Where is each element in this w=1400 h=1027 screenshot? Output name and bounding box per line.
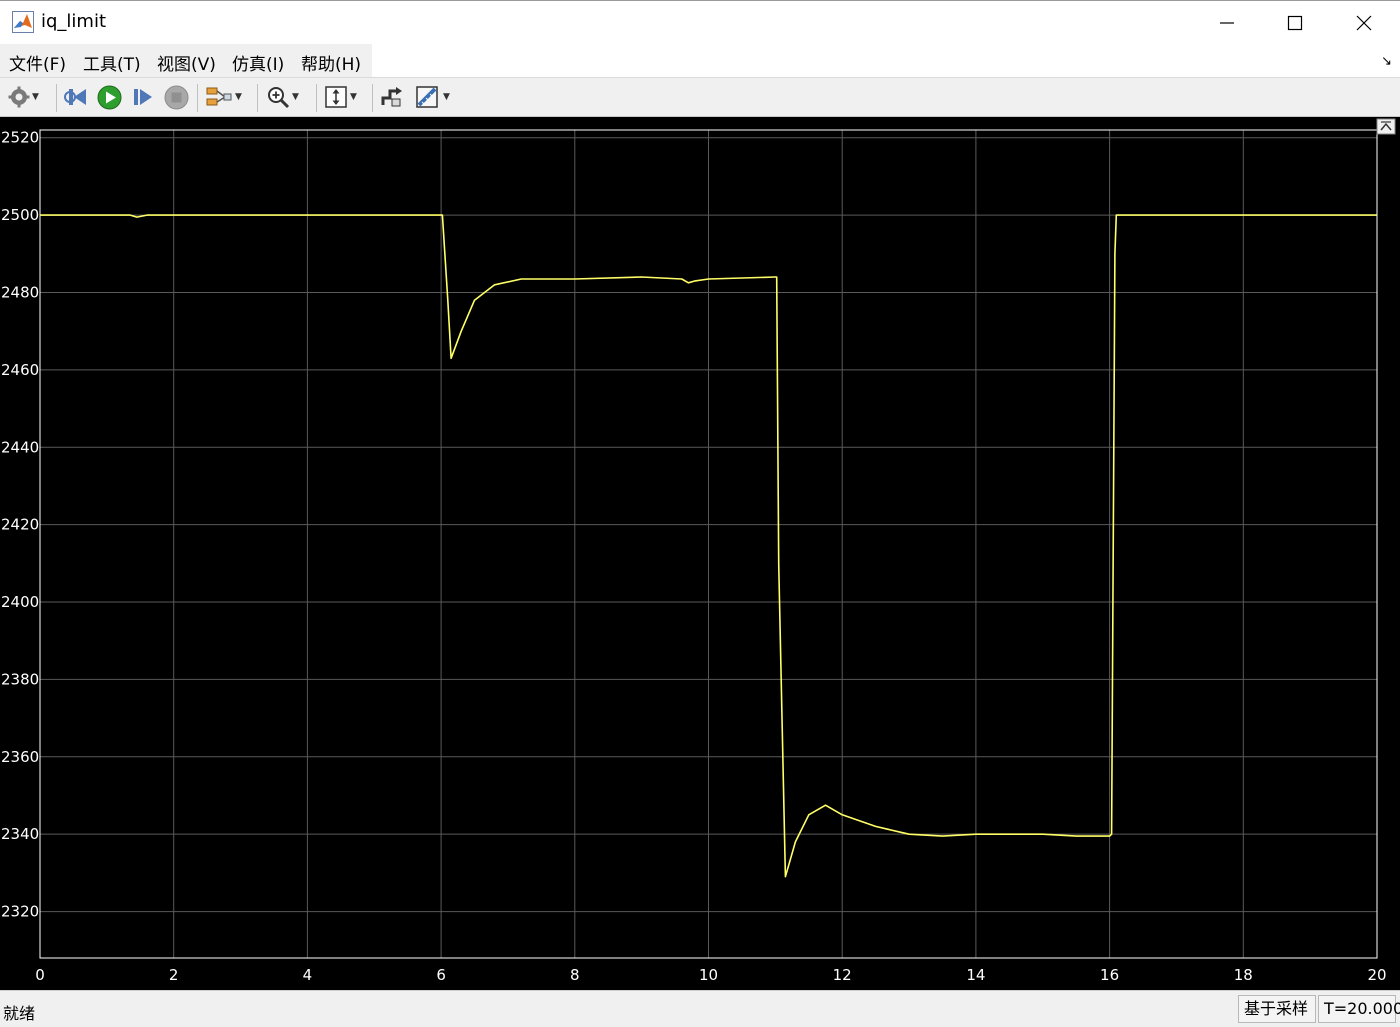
menu-simulation[interactable]: 仿真(I): [232, 50, 284, 75]
menu-view[interactable]: 视图(V): [157, 50, 216, 75]
run-button[interactable]: [97, 84, 122, 110]
grid-layer: [40, 130, 1377, 958]
stop-icon: [164, 85, 189, 109]
y-tick-label: 2360: [1, 748, 39, 766]
title-bar: iq_limit: [0, 0, 1400, 44]
y-tick-label: 2460: [1, 361, 39, 379]
toolbar-separator: [316, 84, 317, 112]
toolbar: ▼ ▼ ▼ ▼ ▼: [0, 77, 1400, 117]
undock-arrow-icon[interactable]: ↘: [1381, 54, 1392, 69]
scale-axes-dropdown-icon[interactable]: ▼: [350, 92, 357, 102]
y-tick-label: 2500: [1, 206, 39, 224]
toolbar-separator: [372, 84, 373, 112]
x-tick-label: 6: [436, 966, 446, 984]
minimize-icon: [1220, 22, 1234, 24]
highlight-block-button[interactable]: [380, 84, 404, 110]
scale-axes-icon: [325, 86, 347, 108]
close-icon: [1356, 15, 1372, 31]
x-tick-label: 2: [169, 966, 179, 984]
x-tick-label: 0: [35, 966, 45, 984]
y-tick-label: 2440: [1, 438, 39, 456]
x-tick-label: 14: [966, 966, 985, 984]
window-title: iq_limit: [41, 11, 107, 32]
step-forward-button[interactable]: [131, 84, 155, 110]
stop-button[interactable]: [164, 84, 189, 110]
gear-icon: [8, 86, 30, 108]
scope-plot[interactable]: 0 2 4 6 8 10 12 14 16 18 20 2320 2340 2360 2380 2400 242…: [0, 117, 1400, 990]
y-tick-label: 2420: [1, 516, 39, 534]
step-forward-icon: [134, 89, 152, 105]
step-back-button[interactable]: [64, 84, 88, 110]
settings-dropdown-icon[interactable]: ▼: [32, 92, 39, 102]
y-tick-label: 2380: [1, 670, 39, 688]
status-ready: 就绪: [3, 1004, 36, 1023]
y-tick-label: 2520: [1, 129, 39, 147]
x-tick-label: 12: [833, 966, 852, 984]
sample-mode-indicator: 基于采样: [1238, 995, 1316, 1023]
tick-label-layer: 0 2 4 6 8 10 12 14 16 18 20 2320 2340 2360 2380 2400 242…: [1, 129, 1387, 984]
signal-selector-dropdown-icon[interactable]: ▼: [235, 92, 242, 102]
signal-selector-icon: [206, 87, 232, 106]
sim-time-indicator: T=20.000: [1318, 995, 1400, 1023]
x-tick-label: 16: [1100, 966, 1119, 984]
step-back-icon: [64, 89, 86, 105]
toolbar-separator: [257, 84, 258, 112]
menu-tools[interactable]: 工具(T): [83, 50, 141, 75]
maximize-button[interactable]: [1265, 1, 1325, 45]
menu-help[interactable]: 帮助(H): [301, 50, 361, 75]
x-tick-label: 18: [1234, 966, 1253, 984]
x-tick-label: 10: [699, 966, 718, 984]
settings-button[interactable]: ▼: [8, 84, 39, 110]
status-bar: 就绪 基于采样 T=20.000: [0, 990, 1400, 1027]
matlab-logo-icon: [12, 11, 34, 33]
highlight-block-icon: [381, 87, 402, 107]
zoom-icon: [268, 87, 290, 109]
menu-bar: 文件(F) 工具(T) 视图(V) 仿真(I) 帮助(H) ↘: [0, 44, 1400, 77]
close-button[interactable]: [1334, 1, 1394, 45]
minimize-button[interactable]: [1197, 1, 1257, 45]
measurements-icon: [416, 86, 438, 108]
zoom-dropdown-icon[interactable]: ▼: [292, 92, 299, 102]
zoom-button[interactable]: ▼: [266, 84, 299, 110]
y-tick-label: 2400: [1, 593, 39, 611]
maximize-icon: [1287, 15, 1303, 31]
toolbar-separator: [197, 84, 198, 112]
x-tick-label: 20: [1367, 966, 1386, 984]
y-tick-label: 2320: [1, 903, 39, 921]
measurements-dropdown-icon[interactable]: ▼: [443, 92, 450, 102]
y-tick-label: 2340: [1, 825, 39, 843]
measurements-button[interactable]: ▼: [415, 84, 450, 110]
menu-file[interactable]: 文件(F): [9, 50, 66, 75]
signal-selector-button[interactable]: ▼: [205, 84, 242, 110]
scope-display[interactable]: 0 2 4 6 8 10 12 14 16 18 20 2320 2340 2360 2380 2400 242…: [0, 117, 1400, 990]
y-tick-label: 2480: [1, 284, 39, 302]
run-icon: [97, 85, 122, 109]
x-tick-label: 8: [570, 966, 580, 984]
toolbar-separator: [56, 84, 57, 112]
x-tick-label: 4: [303, 966, 313, 984]
scale-axes-button[interactable]: ▼: [324, 84, 357, 110]
undock-legend-button[interactable]: [1376, 118, 1396, 135]
